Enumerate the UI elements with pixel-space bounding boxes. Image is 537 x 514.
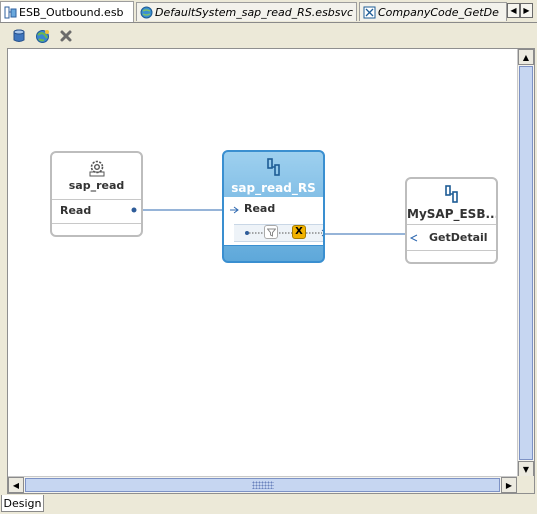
scroll-right-button[interactable]: ▶ [501,477,517,493]
delete-button[interactable] [58,28,74,44]
routing-rule-line [245,229,323,237]
delete-x-icon [60,30,72,42]
node-title: sap_read [68,179,125,192]
tab-label: ESB_Outbound.esb [19,5,124,19]
routing-service-icon [266,158,280,176]
input-arrow-icon [230,206,239,214]
operations-panel: Read X [224,197,323,245]
scroll-grip-icon [251,481,274,489]
vertical-scroll-thumb[interactable] [519,66,533,460]
tab-esb-outbound[interactable]: ESB_Outbound.esb [0,1,134,22]
tab-company-code-getdetail[interactable]: CompanyCode_GetDe [359,2,507,21]
horizontal-scroll-thumb[interactable] [25,478,500,492]
editor-bottom-tab-bar: Design [0,494,537,514]
diagram-editor: sap_read Read sap_read_RS Read X MySAP_E… [7,48,535,494]
transform-icon[interactable]: X [292,225,306,239]
node-divider [52,223,141,224]
editor-toolbar [0,23,537,49]
routing-service-icon [444,185,458,203]
tab-design[interactable]: Design [1,495,44,512]
routing-service-node-sap-read-rs[interactable]: sap_read_RS Read X [222,150,325,263]
filter-icon[interactable] [264,225,278,239]
gear-service-icon [89,160,104,177]
node-operation[interactable]: Read [60,204,91,217]
globe-service-icon [140,6,153,18]
service-node-sap-read[interactable]: sap_read Read [50,151,143,237]
diagram-canvas[interactable]: sap_read Read sap_read_RS Read X MySAP_E… [8,49,517,477]
node-divider [52,199,141,200]
editor-tab-bar: ESB_Outbound.esb DefaultSystem_sap_read_… [0,0,537,23]
node-title: MySAP_ESB... [407,207,496,221]
tabs-scroll-right-button[interactable]: ▶ [520,3,533,18]
adapter-service-icon [363,6,376,18]
globe-icon [35,29,49,43]
tab-label: CompanyCode_GetDe [378,5,499,19]
scroll-up-button[interactable]: ▲ [518,49,534,65]
output-port-icon[interactable] [130,206,138,214]
node-operation[interactable]: GetDetail [429,231,488,244]
database-icon [13,29,25,42]
node-divider [407,224,496,225]
horizontal-scrollbar[interactable]: ◀ ▶ [8,476,517,493]
scroll-down-button[interactable]: ▼ [518,461,534,477]
service-node-mysap-esb[interactable]: MySAP_ESB... GetDetail [405,177,498,264]
input-arrow-icon [409,234,418,242]
node-divider [407,250,496,251]
esb-system-icon [4,6,17,18]
scroll-left-button[interactable]: ◀ [8,477,24,493]
tabs-scroll-left-button[interactable]: ◀ [507,3,520,18]
node-footer [224,245,323,246]
node-operation[interactable]: Read [244,202,275,215]
routing-rule-row[interactable]: X [234,224,323,242]
scrollbar-corner [517,476,534,493]
node-title: sap_read_RS [231,181,316,195]
globe-button[interactable] [34,28,50,44]
database-button[interactable] [11,28,27,44]
vertical-scrollbar[interactable]: ▲ ▼ [517,49,534,477]
tab-label: DefaultSystem_sap_read_RS.esbsvc [155,5,354,19]
tab-default-system-service[interactable]: DefaultSystem_sap_read_RS.esbsvc [136,2,357,21]
